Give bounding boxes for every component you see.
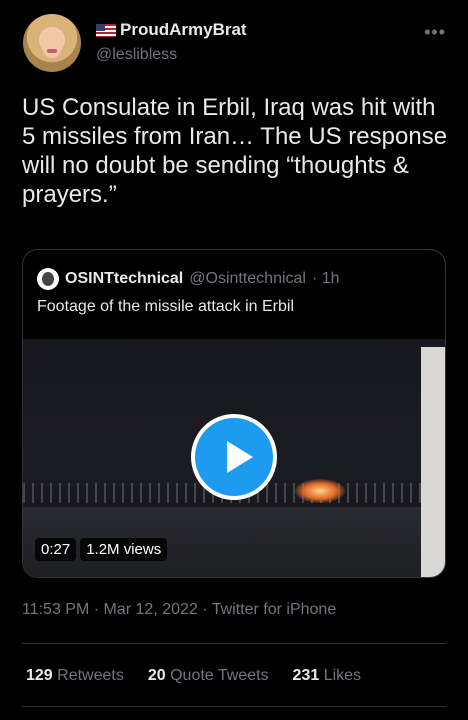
video-duration: 0:27 <box>35 538 77 561</box>
tweet-text: US Consulate in Erbil, Iraq was hit with… <box>22 94 448 208</box>
quoted-tweet[interactable]: OSINTtechnical @Osinttechnical · 1h Foot… <box>22 249 446 578</box>
likes-count: 231 <box>292 667 320 684</box>
author-name-row[interactable]: ProudArmyBrat <box>96 20 247 40</box>
likes-stat[interactable]: 231 Likes <box>293 667 362 685</box>
more-options-icon[interactable]: ••• <box>424 22 446 43</box>
quoted-tweet-header: OSINTtechnical @Osinttechnical · 1h <box>37 268 340 290</box>
avatar[interactable] <box>23 14 81 72</box>
us-flag-icon <box>96 23 116 37</box>
divider <box>22 643 446 644</box>
quote-tweets-count: 20 <box>147 667 166 684</box>
video-views: 1.2M views <box>80 538 168 561</box>
quoted-tweet-text: Footage of the missile attack in Erbil <box>37 298 295 315</box>
avatar-face <box>41 28 63 58</box>
retweets-count: 129 <box>26 667 53 684</box>
quoted-tweet-age: · 1h <box>311 270 340 287</box>
video-window-frame <box>421 347 445 577</box>
divider <box>22 706 446 707</box>
play-button[interactable] <box>191 414 277 500</box>
tweet-timestamp[interactable]: 11:53 PM · Mar 12, 2022 · Twitter for iP… <box>22 601 336 619</box>
quoted-avatar <box>37 268 59 290</box>
quote-tweets-stat[interactable]: 20 Quote Tweets <box>148 667 269 685</box>
quote-tweets-label: Quote Tweets <box>170 667 269 684</box>
author-name[interactable]: ProudArmyBrat <box>120 20 247 40</box>
quoted-author-handle: @Osinttechnical <box>189 270 306 287</box>
explosion-glow <box>295 479 345 503</box>
author-handle[interactable]: @leslibless <box>96 46 177 64</box>
likes-label: Likes <box>323 667 362 684</box>
retweets-label: Retweets <box>57 667 124 684</box>
video-player[interactable]: 0:27 1.2M views <box>23 339 445 577</box>
video-badges: 0:27 1.2M views <box>35 538 168 561</box>
tweet-stats: 129 Retweets 20 Quote Tweets 231 Likes <box>26 667 361 685</box>
retweets-stat[interactable]: 129 Retweets <box>26 667 124 685</box>
avatar-lips <box>47 49 57 53</box>
quoted-author-name: OSINTtechnical <box>65 270 184 287</box>
